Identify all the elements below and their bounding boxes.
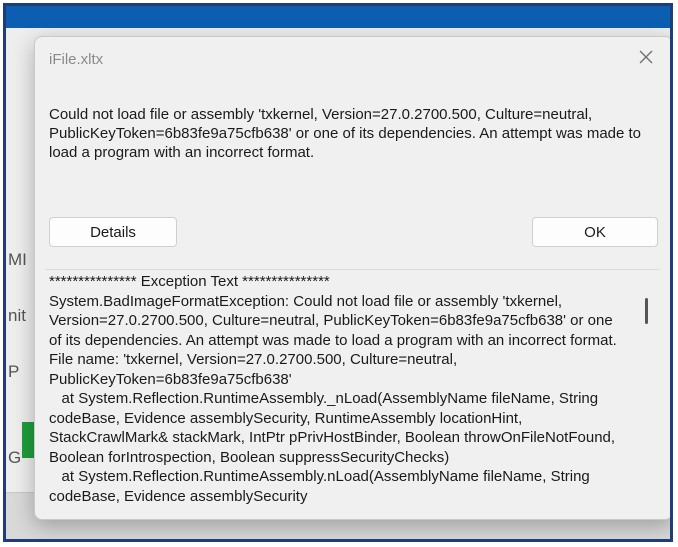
exception-details-text: *************** Exception Text *********…: [49, 273, 617, 505]
scrollbar-thumb[interactable]: [645, 298, 648, 324]
error-message: Could not load file or assembly 'txkerne…: [49, 106, 642, 161]
dialog-title: iFile.xltx: [49, 51, 104, 68]
close-icon[interactable]: [634, 45, 658, 69]
background-label: P: [8, 362, 20, 381]
exception-details-textbox[interactable]: *************** Exception Text *********…: [45, 269, 660, 519]
background-label: MI: [8, 250, 27, 269]
details-button[interactable]: Details: [49, 217, 177, 247]
screenshot-frame: MI nit P G ❯ % iFile.xltx Could not load…: [3, 3, 673, 542]
error-dialog: iFile.xltx Could not load file or assemb…: [34, 36, 670, 520]
background-window-titlebar: [6, 6, 670, 28]
background-label: nit: [8, 306, 26, 325]
ok-button[interactable]: OK: [532, 217, 658, 247]
background-label: G: [8, 448, 22, 467]
close-icon-glyph: [639, 50, 653, 64]
